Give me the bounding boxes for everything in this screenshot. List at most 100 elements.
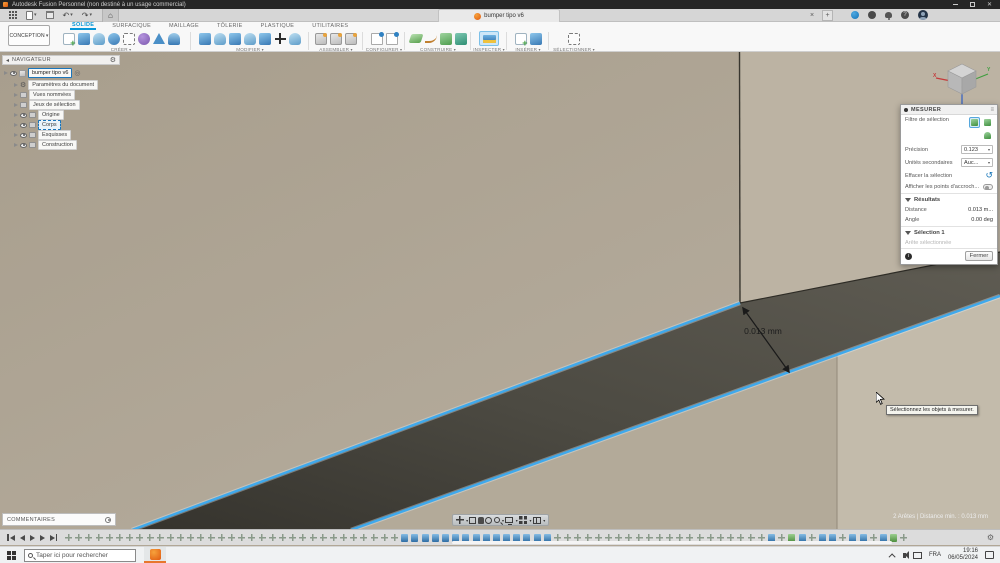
tab-tolerie[interactable]: TÔLERIE (215, 23, 245, 29)
timeline-feature-icon[interactable] (289, 534, 296, 542)
tab-surfacique[interactable]: SURFACIQUE (110, 23, 153, 29)
expand-icon[interactable] (4, 71, 8, 75)
timeline-feature-icon[interactable] (360, 534, 367, 542)
tab-plastique[interactable]: PLASTIQUE (259, 23, 297, 29)
timeline-feature-icon[interactable] (381, 534, 388, 542)
visibility-eye-icon[interactable] (20, 143, 27, 148)
timeline-feature-icon[interactable] (187, 534, 194, 542)
undo-button[interactable]: ↶▾ (63, 11, 73, 20)
vertical-edge[interactable] (740, 52, 741, 303)
step-forward-button[interactable] (40, 535, 45, 541)
timeline-feature-icon[interactable] (391, 534, 398, 542)
redo-button[interactable]: ↷▾ (82, 11, 92, 20)
timeline-feature-icon[interactable] (106, 534, 113, 542)
comments-panel[interactable]: COMMENTAIRES (2, 513, 116, 526)
move-copy-icon[interactable] (274, 33, 286, 45)
timeline-feature-icon[interactable] (228, 534, 235, 542)
browser-root-row[interactable]: bumper tipo v6 ◎ (4, 68, 81, 78)
taskbar-search[interactable] (24, 549, 136, 562)
timeline-feature-icon[interactable] (422, 534, 429, 542)
timeline-feature-icon[interactable] (248, 534, 255, 542)
notifications-bell-icon[interactable] (885, 12, 892, 18)
timeline-feature-icon[interactable] (218, 534, 225, 542)
revolve-icon[interactable] (108, 33, 120, 45)
zoom-icon[interactable] (494, 517, 500, 523)
timeline-feature-icon[interactable] (401, 534, 408, 542)
filter-face-button[interactable] (982, 117, 993, 128)
measure-tool-button-active[interactable] (479, 31, 499, 46)
timeline-feature-icon[interactable] (85, 534, 92, 542)
select-icon[interactable] (568, 33, 580, 45)
measure-dialog-header[interactable]: MESURER ≡ (901, 105, 997, 115)
go-to-start-button[interactable] (7, 534, 15, 541)
pan-orbit-icon[interactable] (456, 516, 464, 524)
snap-points-toggle[interactable] (983, 184, 993, 190)
close-document-tab-button[interactable]: × (810, 12, 814, 19)
timeline-feature-icon[interactable] (65, 534, 72, 542)
network-display-icon[interactable] (913, 552, 922, 559)
help-icon[interactable]: ? (901, 11, 909, 19)
sphere-icon[interactable] (168, 33, 180, 45)
viewports-icon[interactable] (533, 517, 541, 524)
pan-hand-icon[interactable] (478, 517, 484, 524)
home-tab-button[interactable]: ⌂ (102, 9, 119, 22)
browser-row-bodies[interactable]: Corps (14, 120, 61, 130)
timeline-feature-icon[interactable] (197, 534, 204, 542)
browser-row-sketches[interactable]: Esquisses (14, 130, 71, 140)
offset-face-icon[interactable] (259, 33, 271, 45)
timeline-feature-icon[interactable] (136, 534, 143, 542)
start-button[interactable] (7, 551, 16, 560)
configuration-icon[interactable] (371, 33, 383, 45)
insert-derive-icon[interactable] (515, 33, 527, 45)
info-icon[interactable]: i (905, 253, 912, 260)
browser-gear-icon[interactable]: ⚙ (110, 57, 116, 64)
fillet-icon[interactable] (214, 33, 226, 45)
collapse-triangle-icon[interactable] (905, 198, 911, 202)
taskbar-fusion-app[interactable] (144, 547, 166, 563)
point-icon[interactable] (440, 33, 452, 45)
create-form-icon[interactable] (138, 33, 150, 45)
orbit-icon[interactable] (485, 517, 492, 524)
box-icon[interactable] (78, 33, 90, 45)
file-menu-button[interactable]: ▾ (26, 11, 37, 20)
visibility-eye-icon[interactable] (20, 123, 27, 128)
activate-radio-icon[interactable]: ◎ (74, 70, 80, 77)
rigid-group-icon[interactable] (345, 33, 357, 45)
new-document-tab-button[interactable]: + (822, 10, 833, 21)
visibility-eye-icon[interactable] (20, 133, 27, 138)
create-sketch-icon[interactable] (63, 33, 75, 45)
timeline-feature-icon[interactable] (259, 534, 266, 542)
timeline-feature-icon[interactable] (432, 534, 439, 542)
cone-icon[interactable] (153, 33, 165, 44)
extensions-icon[interactable] (868, 11, 876, 19)
display-settings-icon[interactable] (505, 517, 513, 523)
maximize-button[interactable] (970, 2, 975, 7)
timeline-feature-icon[interactable] (371, 534, 378, 542)
browser-row-construction[interactable]: Construction (14, 140, 77, 150)
collapse-triangle-icon[interactable] (905, 231, 911, 235)
collapse-icon[interactable]: ◂ (6, 57, 9, 64)
language-indicator[interactable]: FRA (929, 552, 941, 558)
timeline-feature-icon[interactable] (147, 534, 154, 542)
visibility-eye-icon[interactable] (20, 113, 27, 118)
filter-body-button-active[interactable] (969, 117, 980, 128)
save-button[interactable] (46, 11, 54, 19)
timeline-feature-icon[interactable] (350, 534, 357, 542)
drag-handle-icon[interactable]: ≡ (990, 107, 994, 113)
timeline-feature-icon[interactable] (340, 534, 347, 542)
timeline-scrollbar[interactable] (452, 541, 892, 544)
go-to-end-button[interactable] (50, 534, 58, 541)
timeline-feature-icon[interactable] (411, 534, 418, 542)
hidden-icons-chevron[interactable] (889, 553, 896, 560)
browser-row-document-settings[interactable]: ⚙ Paramètres du document (14, 80, 98, 90)
document-tab[interactable]: bumper tipo v6 (438, 9, 560, 22)
timeline-feature-icon[interactable] (900, 534, 907, 542)
visibility-eye-icon[interactable] (10, 71, 17, 76)
secondary-units-select[interactable]: Auc...▾ (961, 158, 993, 167)
offset-plane-icon[interactable] (408, 34, 423, 43)
timeline-feature-icon[interactable] (208, 534, 215, 542)
timeline-feature-icon[interactable] (269, 534, 276, 542)
timeline-feature-icon[interactable] (126, 534, 133, 542)
close-button[interactable]: ✕ (987, 2, 992, 8)
timeline-feature-icon[interactable] (442, 534, 449, 542)
